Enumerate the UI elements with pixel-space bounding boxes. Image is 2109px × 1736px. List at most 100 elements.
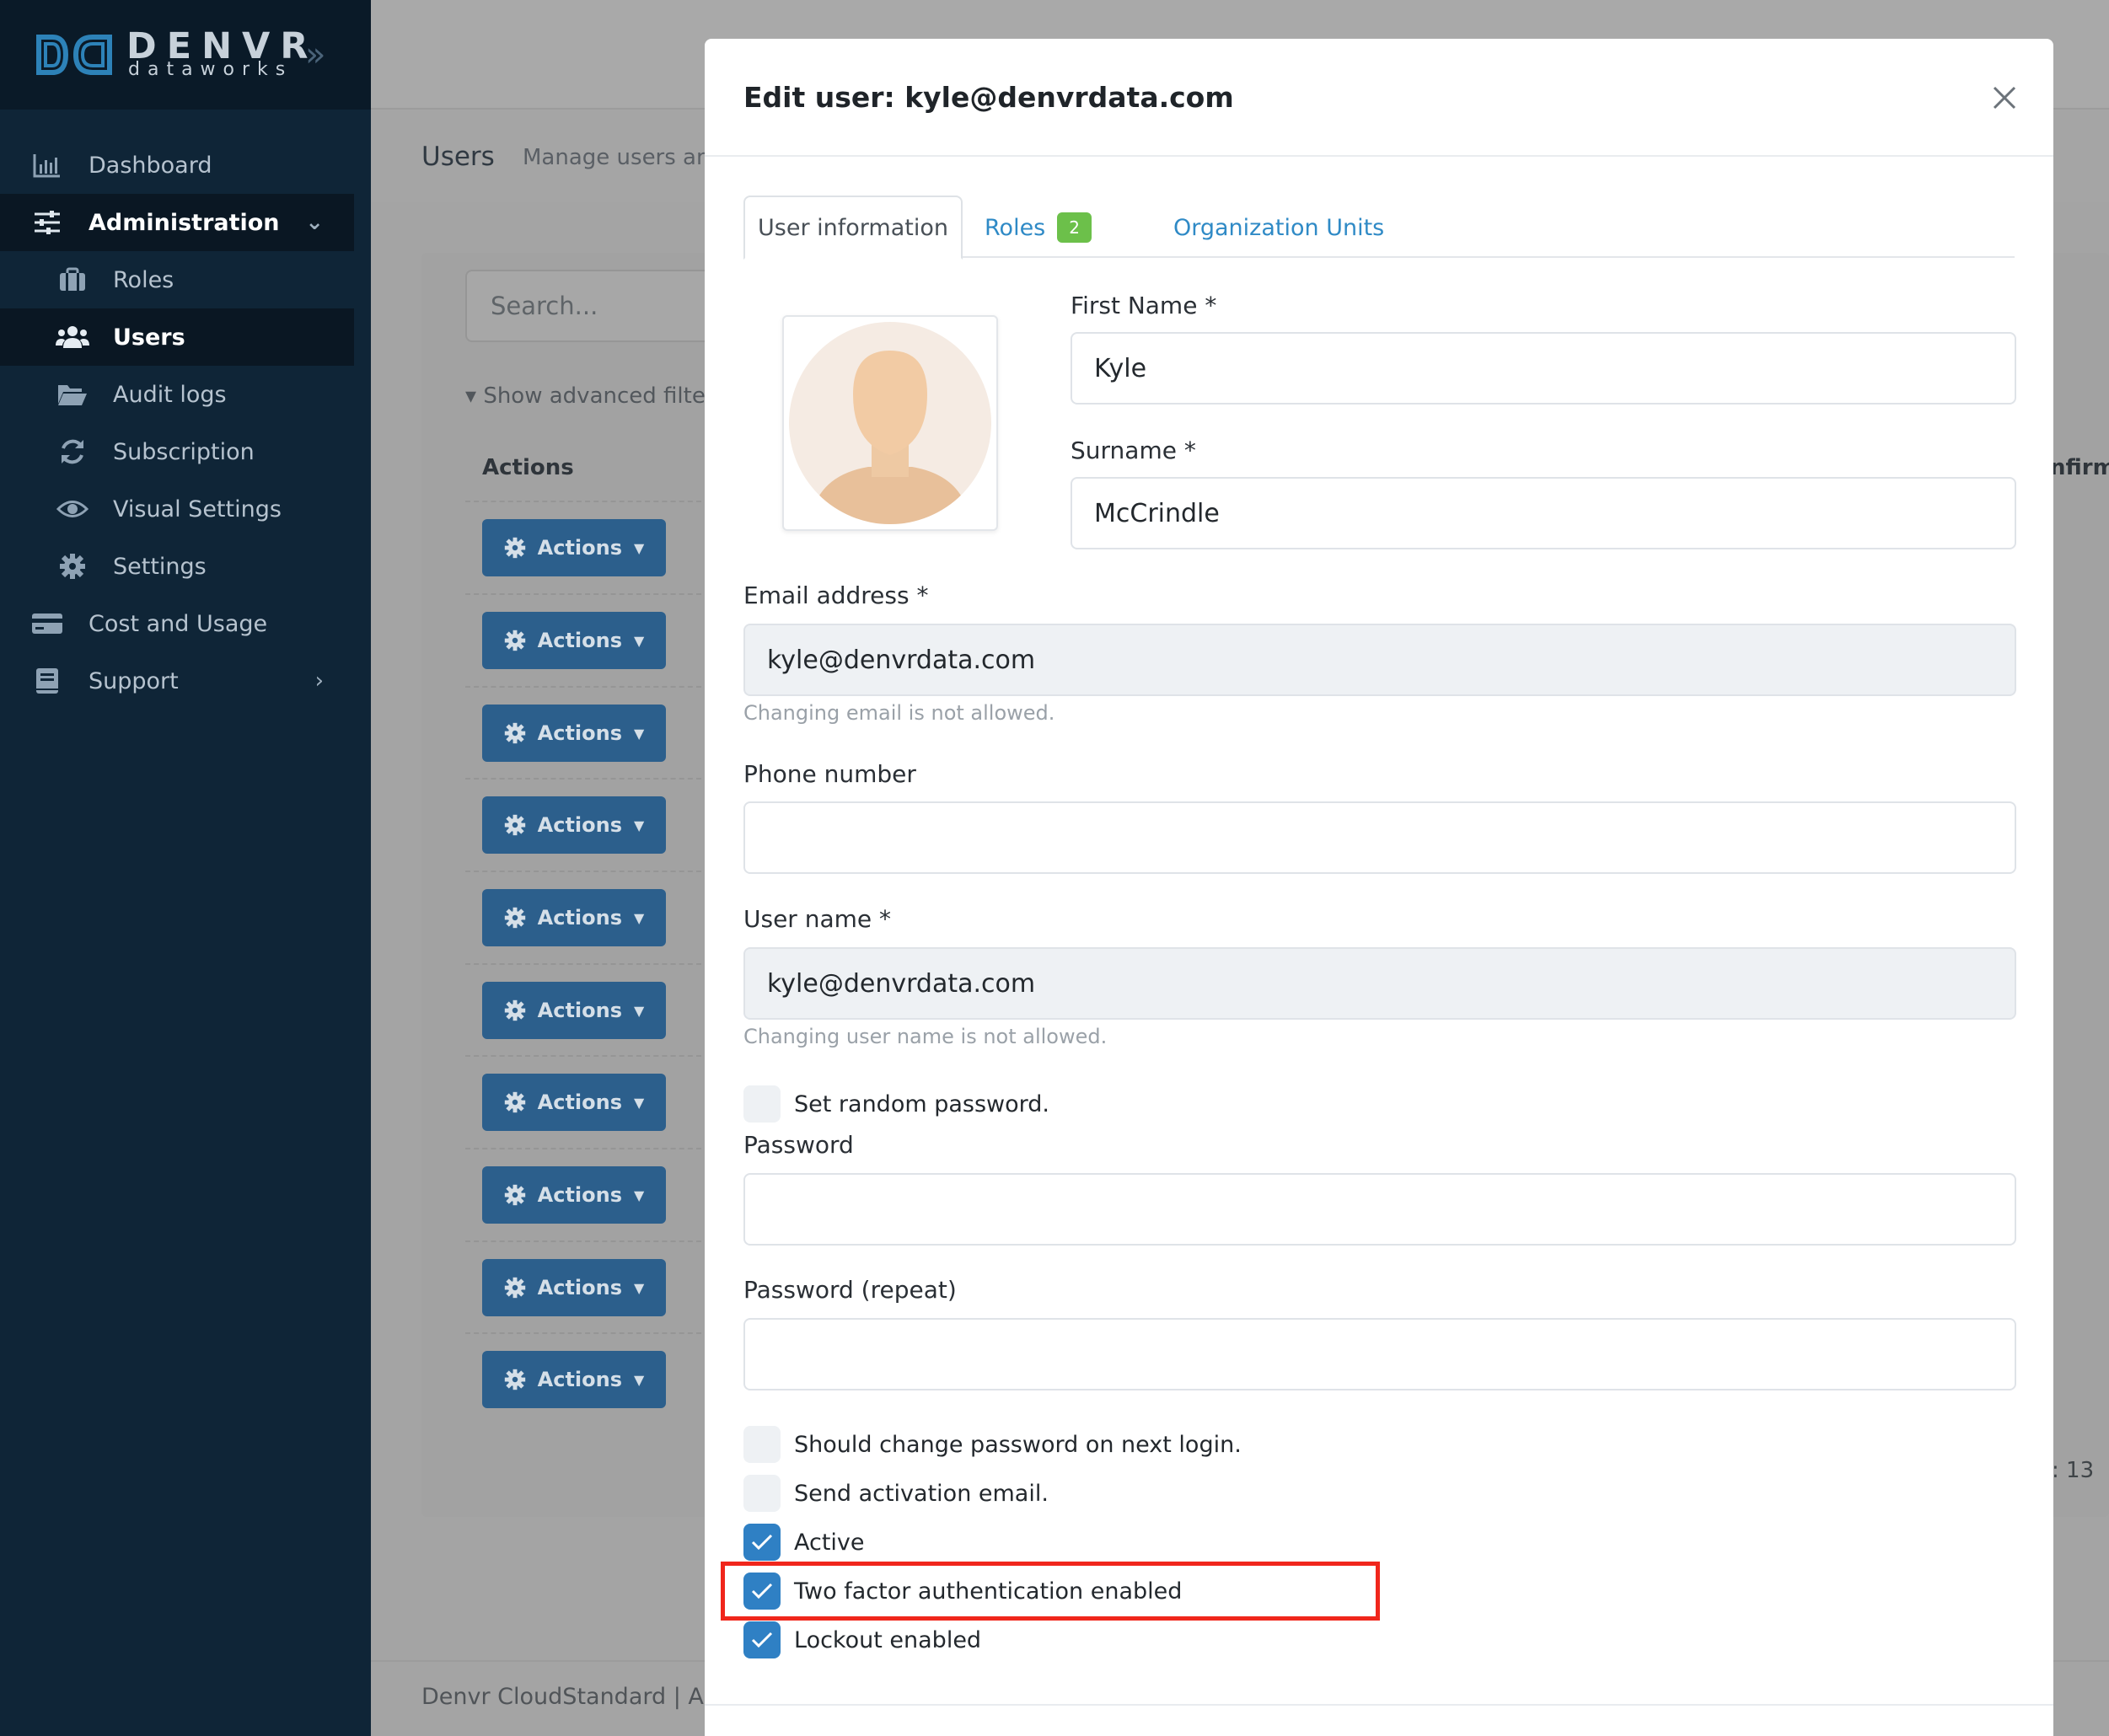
user-name-input[interactable]: kyle@denvrdata.com [743,947,2016,1020]
actions-dropdown-button[interactable]: Actions ▼ [482,1259,666,1316]
phone-number-label: Phone number [743,760,916,788]
caret-down-icon: ▼ [634,1002,645,1019]
sidebar-item-roles[interactable]: Roles [0,251,354,308]
phone-number-input[interactable] [743,801,2016,874]
change-password-next-login-checkbox[interactable]: Should change password on next login. [743,1426,1242,1463]
active-checkbox[interactable]: Active [743,1524,865,1561]
sidebar-item-label: Settings [113,553,207,580]
checkbox-label: Active [794,1529,865,1556]
tab-user-information[interactable]: User information [743,196,963,260]
actions-button-label: Actions [537,721,623,745]
send-activation-email-checkbox[interactable]: Send activation email. [743,1475,1049,1512]
gear-icon [504,722,525,744]
gear-icon [504,907,525,929]
table-row-divider [465,501,701,502]
sidebar-toggle-icon[interactable]: » [305,35,325,74]
actions-button-label: Actions [537,1368,623,1391]
sidebar-item-label: Cost and Usage [89,610,268,637]
checkbox-box[interactable] [743,1524,781,1561]
sidebar-item-label: Visual Settings [113,496,282,522]
close-icon [1993,86,2016,110]
modal-footer-divider [705,1704,2053,1706]
chevron-right-icon: › [314,668,324,694]
surname-label: Surname * [1071,437,1196,464]
roles-count-badge: 2 [1057,212,1092,243]
actions-button-label: Actions [537,1276,623,1299]
table-row-divider [465,1332,701,1334]
table-row-divider [465,963,701,965]
actions-button-label: Actions [537,999,623,1022]
actions-dropdown-button[interactable]: Actions ▼ [482,1074,666,1131]
actions-dropdown-button[interactable]: Actions ▼ [482,889,666,946]
checkbox-box[interactable] [743,1475,781,1512]
sidebar-item-audit-logs[interactable]: Audit logs [0,366,354,423]
actions-dropdown-button[interactable]: Actions ▼ [482,519,666,576]
sliders-icon [30,206,64,239]
profile-picture[interactable] [782,315,998,531]
sidebar-item-settings[interactable]: Settings [0,538,354,595]
password-input[interactable] [743,1173,2016,1246]
email-input[interactable]: kyle@denvrdata.com [743,624,2016,696]
checkbox-box[interactable] [743,1085,781,1123]
gear-icon [504,999,525,1021]
highlight-box [721,1562,1380,1621]
sidebar-item-support[interactable]: Support › [0,652,354,710]
sidebar-item-cost-and-usage[interactable]: Cost and Usage [0,595,354,652]
sidebar-item-label: Roles [113,266,174,293]
edit-user-modal: Edit user: kyle@denvrdata.com User infor… [705,39,2053,1736]
sidebar-item-administration[interactable]: Administration ⌄ [0,194,354,251]
page-title: Users [421,142,495,172]
actions-dropdown-button[interactable]: Actions ▼ [482,612,666,669]
sidebar-item-users[interactable]: Users [0,308,354,366]
actions-dropdown-button[interactable]: Actions ▼ [482,1166,666,1224]
close-button[interactable] [1986,79,2023,116]
briefcase-icon [56,263,89,297]
users-icon [56,320,89,354]
show-advanced-filters-link[interactable]: ▾ Show advanced filters [465,383,726,409]
gear-icon [504,1369,525,1390]
lockout-enabled-checkbox[interactable]: Lockout enabled [743,1621,981,1658]
refresh-icon [56,435,89,469]
checkbox-box[interactable] [743,1426,781,1463]
tab-roles[interactable]: Roles 2 [985,196,1092,260]
checkbox-box[interactable] [743,1621,781,1658]
actions-button-label: Actions [537,1090,623,1114]
table-row-divider [465,1148,701,1149]
caret-down-icon: ▼ [634,817,645,833]
advanced-filters-label: Show advanced filters [483,383,727,409]
surname-input[interactable]: McCrindle [1071,477,2016,549]
sidebar-item-label: Audit logs [113,381,227,408]
tab-label: User information [758,214,948,241]
sidebar-item-label: Dashboard [89,152,212,179]
check-icon [751,1534,773,1551]
first-name-label: First Name * [1071,292,1217,319]
actions-dropdown-button[interactable]: Actions ▼ [482,705,666,762]
tab-organization-units[interactable]: Organization Units [1173,196,1384,260]
gear-icon [504,1091,525,1113]
set-random-password-checkbox[interactable]: Set random password. [743,1085,1049,1123]
gear-icon [504,1184,525,1206]
denvr-logo-icon[interactable] [34,30,115,79]
gear-icon [56,549,89,583]
actions-dropdown-button[interactable]: Actions ▼ [482,982,666,1039]
gear-icon [504,630,525,651]
actions-dropdown-button[interactable]: Actions ▼ [482,796,666,854]
sidebar-item-visual-settings[interactable]: Visual Settings [0,480,354,538]
gear-icon [504,1277,525,1299]
caret-down-icon: ▼ [634,725,645,742]
caret-down-icon: ▼ [634,1187,645,1203]
sidebar-item-label: Support [89,667,179,694]
column-header-confirm: nfirm [2050,455,2109,480]
sidebar-item-dashboard[interactable]: Dashboard [0,137,354,194]
actions-dropdown-button[interactable]: Actions ▼ [482,1351,666,1408]
sidebar-item-subscription[interactable]: Subscription [0,423,354,480]
first-name-input[interactable]: Kyle [1071,332,2016,405]
user-name-help-text: Changing user name is not allowed. [743,1025,1108,1048]
table-row-divider [465,1055,701,1057]
caret-down-icon: ▼ [634,909,645,926]
password-repeat-input[interactable] [743,1318,2016,1390]
total-count: : 13 [2052,1458,2095,1483]
table-row-divider [465,778,701,780]
brand-subtitle: dataworks [128,59,293,80]
brand-header: DENVR dataworks » [0,0,371,110]
